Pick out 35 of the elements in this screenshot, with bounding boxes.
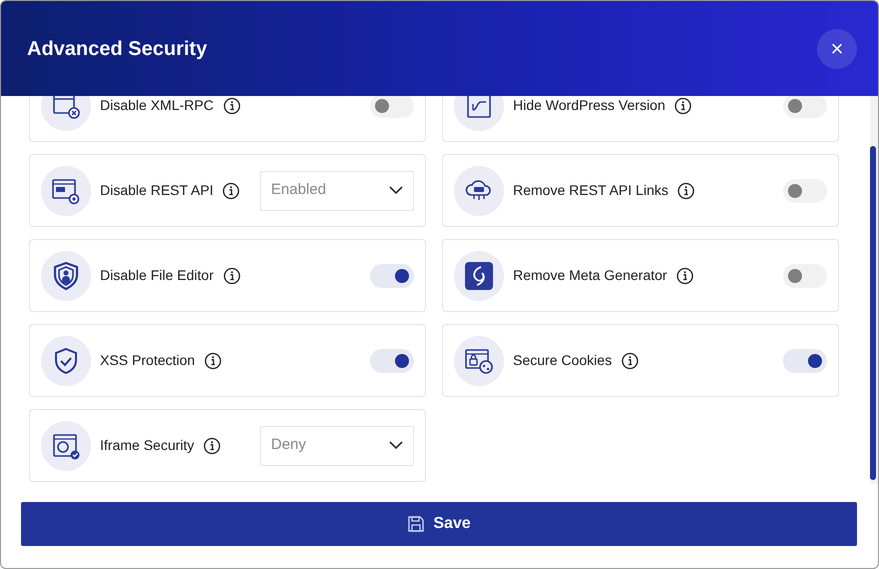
setting-label: Disable XML-RPC bbox=[100, 96, 214, 115]
info-icon[interactable] bbox=[674, 96, 692, 114]
info-icon[interactable] bbox=[222, 96, 241, 114]
swirl-logo-icon bbox=[463, 260, 495, 292]
close-button[interactable]: × bbox=[817, 28, 857, 68]
chevron-down-icon bbox=[389, 186, 403, 195]
toggle-switch[interactable] bbox=[370, 348, 414, 372]
toggle-switch[interactable] bbox=[783, 348, 827, 372]
toggle-switch[interactable] bbox=[370, 264, 414, 288]
dialog-title: Advanced Security bbox=[27, 36, 208, 60]
info-icon[interactable] bbox=[677, 182, 696, 200]
setting-label: Remove REST API Links bbox=[513, 181, 668, 200]
info-icon[interactable] bbox=[620, 352, 639, 370]
info-icon[interactable] bbox=[222, 266, 241, 284]
setting-label: Disable File Editor bbox=[100, 266, 214, 285]
save-icon bbox=[407, 515, 426, 533]
xml-file-icon bbox=[50, 96, 82, 122]
toggle-switch[interactable] bbox=[370, 96, 414, 118]
info-icon[interactable] bbox=[676, 266, 694, 284]
toggle-switch[interactable] bbox=[783, 96, 827, 118]
toggle-switch[interactable] bbox=[783, 264, 827, 288]
setting-label: Iframe Security bbox=[100, 436, 194, 455]
setting-label: Disable REST API bbox=[100, 181, 214, 200]
setting-label: Remove Meta Generator bbox=[513, 266, 668, 285]
toggle-switch[interactable] bbox=[783, 178, 827, 202]
chevron-down-icon bbox=[389, 441, 403, 450]
info-icon[interactable] bbox=[203, 436, 222, 454]
info-icon[interactable] bbox=[204, 352, 222, 370]
setting-label: Secure Cookies bbox=[513, 351, 612, 370]
setting-label: Hide WordPress Version bbox=[513, 96, 666, 115]
save-button[interactable]: Save bbox=[21, 502, 857, 546]
scrollbar-thumb[interactable] bbox=[870, 146, 876, 480]
setting-label: XSS Protection bbox=[100, 351, 195, 370]
info-icon[interactable] bbox=[222, 182, 240, 200]
scrollbar[interactable] bbox=[870, 96, 878, 484]
